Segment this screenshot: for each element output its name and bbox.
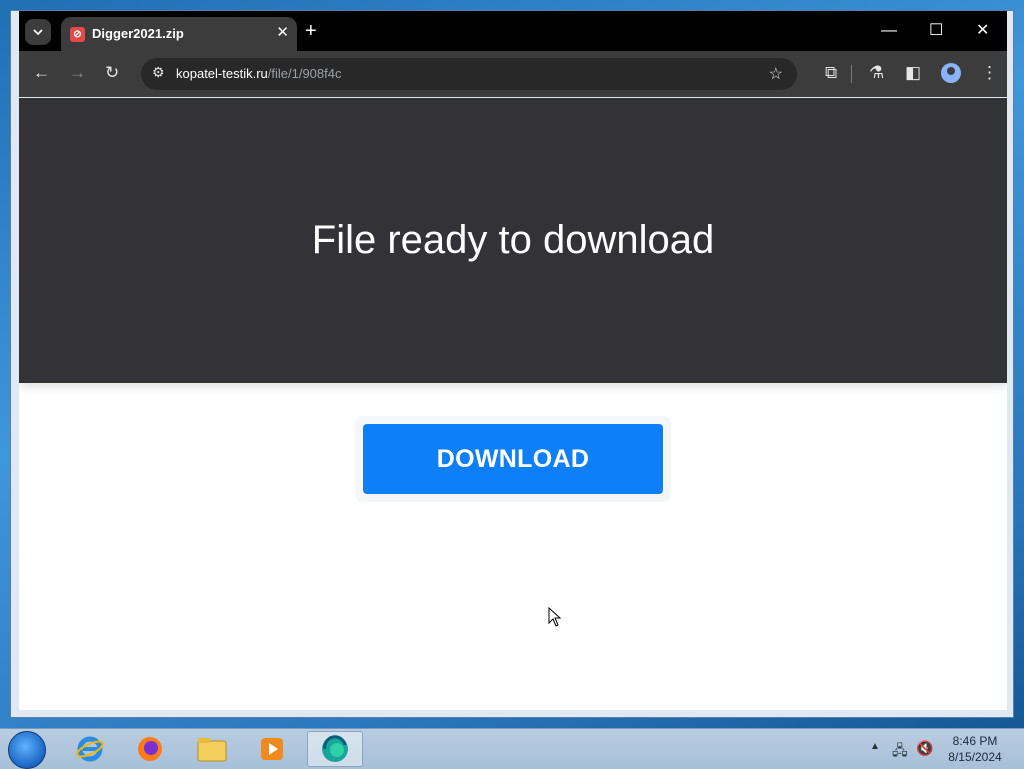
profile-avatar-icon[interactable] [941,63,961,83]
browser-tab[interactable]: ⊘ Digger2021.zip ✕ [61,17,297,51]
taskbar: ▲ 🖧 🔇 8:46 PM 8/15/2024 [0,728,1024,769]
extensions-icon[interactable]: ⧉ [825,63,837,83]
firefox-icon[interactable] [122,731,178,767]
forward-arrow-icon[interactable]: → [69,63,86,83]
address-bar[interactable]: ⚙ kopatel-testik.ru/file/1/908f4c ☆ [141,58,797,90]
clock-time: 8:46 PM [952,734,998,748]
download-button-frame: DOWNLOAD [355,416,671,502]
chevron-down-icon [33,29,43,35]
menu-kebab-icon[interactable]: ⋮ [981,63,998,83]
labs-flask-icon[interactable]: ⚗ [869,63,884,83]
bookmark-star-icon[interactable]: ☆ [769,64,783,84]
zip-file-favicon-icon: ⊘ [70,27,85,42]
page-viewport: File ready to download DOWNLOAD [19,98,1007,710]
side-panel-icon[interactable]: ◧ [905,63,921,83]
toolbar-divider [851,65,852,83]
media-player-icon[interactable] [244,731,300,767]
url-text[interactable]: kopatel-testik.ru/file/1/908f4c [176,66,341,81]
hero-banner: File ready to download [19,98,1007,383]
network-icon[interactable]: 🖧 [892,740,908,764]
new-tab-button[interactable]: + [305,19,317,43]
browser-toolbar: ← → ↻ ⚙ kopatel-testik.ru/file/1/908f4c … [19,51,1007,97]
reload-icon[interactable]: ↻ [105,63,119,83]
tab-search-button[interactable] [25,19,51,45]
internet-explorer-icon[interactable] [62,731,118,767]
start-button[interactable] [8,731,46,769]
download-button[interactable]: DOWNLOAD [363,424,663,494]
browser-window: ⊘ Digger2021.zip ✕ + — ☐ ✕ ← → ↻ ⚙ kopat… [10,10,1014,718]
url-path: /file/1/908f4c [267,66,342,81]
tab-close-button[interactable]: ✕ [276,23,289,41]
maximize-button[interactable]: ☐ [929,21,943,41]
back-arrow-icon[interactable]: ← [33,63,50,83]
site-info-icon[interactable]: ⚙ [152,64,165,81]
system-clock[interactable]: 8:46 PM 8/15/2024 [940,733,1010,765]
edge-browser-icon[interactable] [307,731,363,767]
mouse-cursor-icon [548,607,562,627]
file-explorer-icon[interactable] [184,731,240,767]
page-headline: File ready to download [311,218,715,262]
close-button[interactable]: ✕ [976,21,989,41]
clock-date: 8/15/2024 [948,750,1002,764]
title-bar: ⊘ Digger2021.zip ✕ + — ☐ ✕ [19,11,1007,51]
volume-muted-icon[interactable]: 🔇 [916,740,933,757]
tab-title: Digger2021.zip [92,26,184,41]
minimize-button[interactable]: — [881,21,897,41]
url-host: kopatel-testik.ru [176,66,268,81]
tray-chevron-up-icon[interactable]: ▲ [870,741,880,752]
